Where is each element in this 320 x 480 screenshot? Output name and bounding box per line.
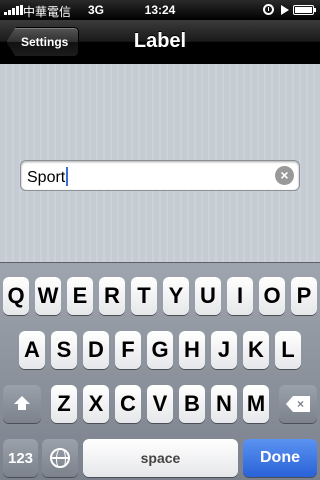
keyboard: Q W E R T Y U I O P A S D F G H J K L Z … bbox=[0, 262, 320, 480]
key-i[interactable]: I bbox=[227, 277, 253, 315]
key-p[interactable]: P bbox=[291, 277, 317, 315]
key-h[interactable]: H bbox=[179, 331, 205, 369]
page-title: Label bbox=[133, 30, 187, 52]
label-input[interactable]: Sport × bbox=[20, 160, 300, 191]
key-q[interactable]: Q bbox=[3, 277, 29, 315]
key-l[interactable]: L bbox=[275, 331, 301, 369]
key-m[interactable]: M bbox=[243, 385, 269, 423]
key-y[interactable]: Y bbox=[163, 277, 189, 315]
key-e[interactable]: E bbox=[67, 277, 93, 315]
key-z[interactable]: Z bbox=[51, 385, 77, 423]
key-t[interactable]: T bbox=[131, 277, 157, 315]
key-a[interactable]: A bbox=[19, 331, 45, 369]
content-area: Sport × bbox=[0, 64, 320, 262]
key-g[interactable]: G bbox=[147, 331, 173, 369]
key-c[interactable]: C bbox=[115, 385, 141, 423]
shift-icon bbox=[14, 396, 30, 410]
shift-key[interactable] bbox=[3, 385, 41, 423]
key-j[interactable]: J bbox=[211, 331, 237, 369]
status-bar: 中華電信 3G 13:24 bbox=[0, 0, 320, 20]
key-o[interactable]: O bbox=[259, 277, 285, 315]
battery-icon bbox=[293, 5, 316, 15]
navigation-bar: Settings Label bbox=[0, 20, 320, 64]
key-k[interactable]: K bbox=[243, 331, 269, 369]
clear-icon[interactable]: × bbox=[275, 166, 294, 185]
space-key[interactable]: space bbox=[83, 439, 238, 477]
clock-icon bbox=[263, 4, 274, 15]
globe-icon bbox=[50, 448, 70, 468]
key-s[interactable]: S bbox=[51, 331, 77, 369]
globe-key[interactable] bbox=[42, 439, 78, 477]
delete-key[interactable]: × bbox=[279, 385, 317, 423]
play-icon bbox=[281, 5, 289, 15]
done-key[interactable]: Done bbox=[243, 439, 317, 477]
key-d[interactable]: D bbox=[83, 331, 109, 369]
numbers-key[interactable]: 123 bbox=[3, 439, 38, 477]
text-caret bbox=[66, 167, 69, 186]
key-b[interactable]: B bbox=[179, 385, 205, 423]
label-input-value: Sport bbox=[27, 167, 69, 187]
key-n[interactable]: N bbox=[211, 385, 237, 423]
key-x[interactable]: X bbox=[83, 385, 109, 423]
delete-icon: × bbox=[286, 396, 310, 412]
key-r[interactable]: R bbox=[99, 277, 125, 315]
key-v[interactable]: V bbox=[147, 385, 173, 423]
key-w[interactable]: W bbox=[35, 277, 61, 315]
key-u[interactable]: U bbox=[195, 277, 221, 315]
key-f[interactable]: F bbox=[115, 331, 141, 369]
